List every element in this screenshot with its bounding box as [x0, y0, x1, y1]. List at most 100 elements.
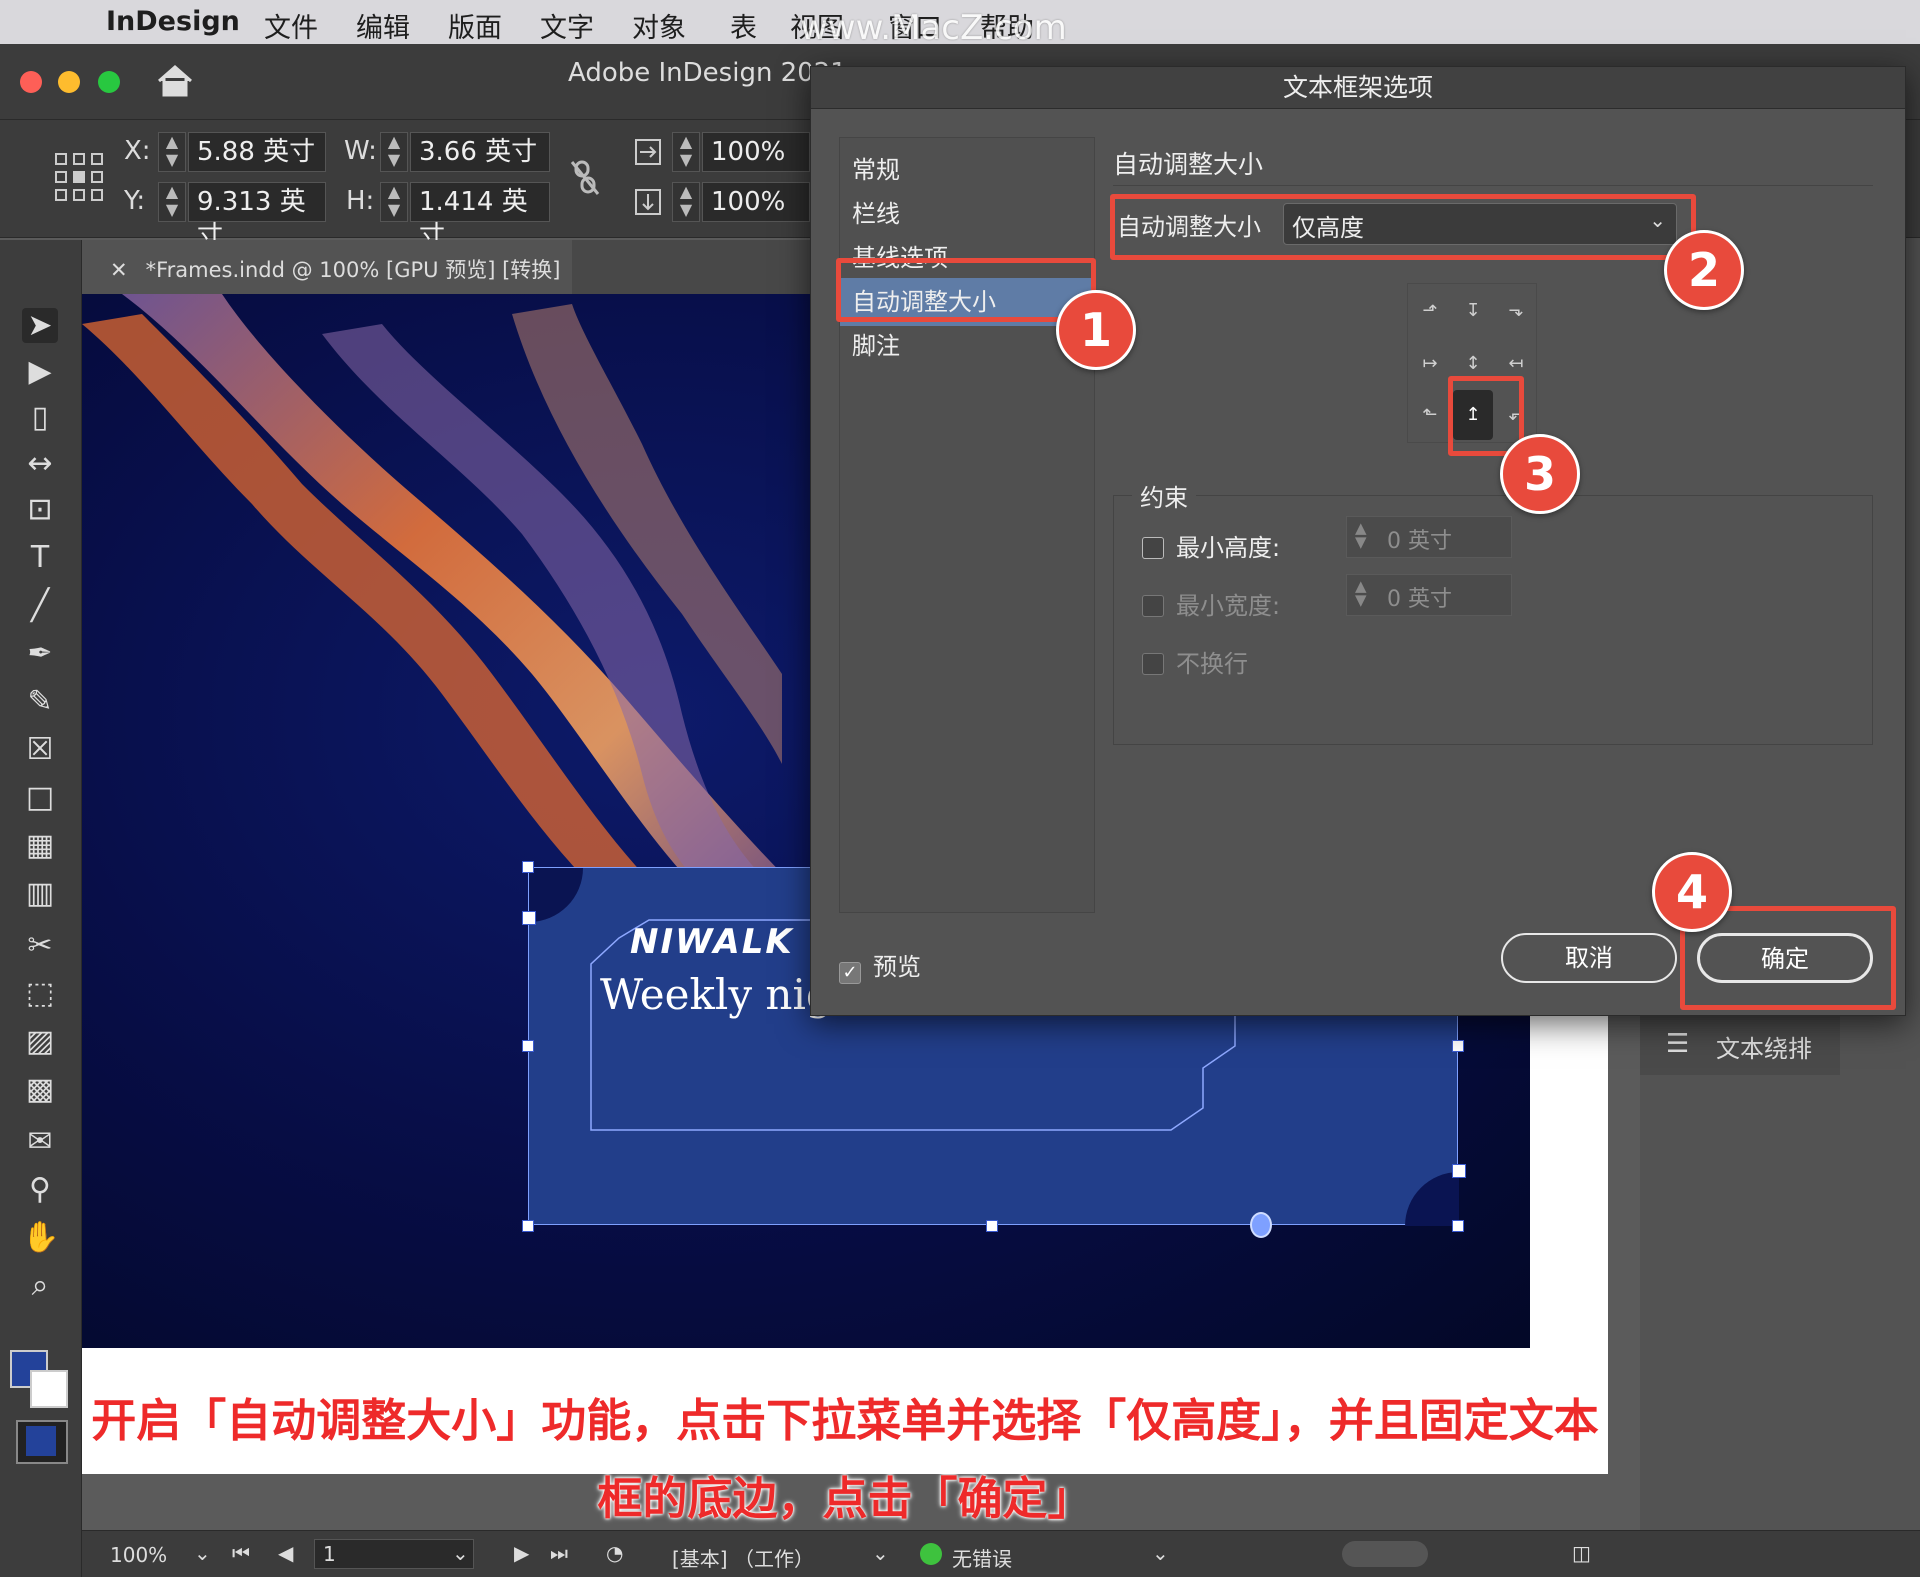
frame-handle-top-left[interactable]	[522, 861, 534, 873]
tutorial-caption: 开启「自动调整大小」功能，点击下拉菜单并选择「仅高度」，并且固定文本 框的底边，…	[82, 1382, 1608, 1538]
first-page-icon[interactable]: ⏮	[232, 1541, 250, 1565]
preflight-dropdown-icon[interactable]: ⌄	[1152, 1541, 1169, 1565]
w-stepper[interactable]: ▲ ▼	[380, 132, 408, 172]
h-stepper[interactable]: ▲ ▼	[380, 182, 408, 222]
min-height-field[interactable]: ▲ ▼ 0 英寸	[1346, 516, 1512, 558]
scale-y-field[interactable]: 100%	[702, 182, 810, 222]
x-field[interactable]: 5.88 英寸	[188, 132, 326, 172]
content-grabber-icon[interactable]	[1250, 1212, 1272, 1238]
no-wrap-checkbox[interactable]	[1142, 653, 1164, 675]
corner-option-handle[interactable]	[1452, 1164, 1466, 1178]
y-stepper[interactable]: ▲ ▼	[158, 182, 186, 222]
note-tool-icon[interactable]: ✉	[22, 1124, 58, 1159]
direct-selection-tool-icon[interactable]: ▶	[22, 354, 58, 389]
pen-tool-icon[interactable]: ✒	[22, 636, 58, 671]
menu-object[interactable]: 对象	[632, 6, 686, 45]
zoom-dropdown-icon[interactable]: ⌄	[194, 1541, 211, 1565]
type-tool-icon[interactable]: T	[22, 540, 58, 575]
menu-edit[interactable]: 编辑	[356, 6, 410, 45]
scissors-tool-icon[interactable]: ✂	[22, 928, 58, 963]
frame-handle-mid-right[interactable]	[1452, 1040, 1464, 1052]
preflight-status[interactable]: 无错误	[952, 1543, 1012, 1572]
caption-line-2: 框的底边，点击「确定」	[597, 1472, 1093, 1525]
anchor-top-center-icon[interactable]: ↧	[1453, 286, 1493, 336]
stroke-swatch[interactable]	[30, 1370, 68, 1408]
eyedropper-tool-icon[interactable]: ⚲	[22, 1172, 58, 1207]
constraints-group: 约束 最小高度: ▲ ▼ 0 英寸 最小宽度: ▲ ▼ 0 英寸 不换行	[1113, 478, 1873, 745]
y-field[interactable]: 9.313 英寸	[188, 182, 326, 251]
table-tool-icon[interactable]: ▦	[22, 828, 58, 863]
min-height-label: 最小高度:	[1176, 534, 1281, 562]
grid-tool-icon[interactable]: ▥	[22, 876, 58, 911]
page-tool-icon[interactable]: ▯	[22, 400, 58, 435]
content-collector-icon[interactable]: ⊡	[22, 492, 58, 527]
hand-tool-icon[interactable]: ✋	[22, 1220, 59, 1255]
horizontal-scrollbar-thumb[interactable]	[1342, 1541, 1428, 1567]
anchor-bottom-left-icon[interactable]: ⬑	[1410, 390, 1450, 440]
menu-file[interactable]: 文件	[264, 6, 318, 45]
anchor-middle-left-icon[interactable]: ↦	[1410, 339, 1450, 389]
frame-handle-mid-left[interactable]	[522, 1040, 534, 1052]
next-page-icon[interactable]: ▶	[514, 1541, 529, 1565]
text-wrap-panel-item[interactable]: ☰ 文本绕排	[1640, 1015, 1840, 1075]
min-width-field[interactable]: ▲ ▼ 0 英寸	[1346, 574, 1512, 616]
rectangle-tool-icon[interactable]: □	[22, 780, 58, 815]
min-height-row: 最小高度: ▲ ▼ 0 英寸	[1142, 516, 1512, 563]
preflight-profile[interactable]: [基本] （工作）	[672, 1543, 814, 1572]
profile-dropdown-icon[interactable]: ⌄	[872, 1541, 889, 1565]
frame-fill-icon	[26, 1426, 56, 1456]
toolbox: ➤ ▶ ▯ ↔ ⊡ T ╱ ✒ ✎ ☒ □ ▦ ▥ ✂ ⬚ ▨ ▩ ✉ ⚲ ✋ …	[0, 240, 82, 1577]
gradient-feather-tool-icon[interactable]: ▩	[22, 1072, 58, 1107]
line-tool-icon[interactable]: ╱	[22, 588, 58, 623]
w-field[interactable]: 3.66 英寸	[410, 132, 550, 172]
gap-tool-icon[interactable]: ↔	[22, 446, 58, 481]
scale-x-field[interactable]: 100%	[702, 132, 810, 172]
page-dropdown-icon[interactable]: ⌄	[452, 1541, 469, 1565]
reference-point-icon[interactable]	[54, 152, 104, 202]
free-transform-tool-icon[interactable]: ⬚	[22, 976, 58, 1011]
frame-handle-bottom-left[interactable]	[522, 1220, 534, 1232]
menu-layout[interactable]: 版面	[448, 6, 502, 45]
min-width-row: 最小宽度: ▲ ▼ 0 英寸	[1142, 574, 1512, 621]
close-tab-icon[interactable]: ✕	[110, 258, 128, 282]
close-window-button[interactable]	[20, 71, 42, 93]
anchor-top-right-icon[interactable]: ⬎	[1496, 286, 1536, 336]
zoom-window-button[interactable]	[98, 71, 120, 93]
scale-x-stepper[interactable]: ▲ ▼	[672, 132, 700, 172]
page-field[interactable]: 1	[314, 1539, 474, 1569]
menu-type[interactable]: 文字	[540, 6, 594, 45]
zoom-tool-icon[interactable]: ⌕	[22, 1268, 58, 1303]
in-port-handle[interactable]	[522, 911, 536, 925]
frame-handle-bottom-right[interactable]	[1452, 1220, 1464, 1232]
sidebar-item-general[interactable]: 常规	[840, 146, 1094, 194]
preview-checkbox[interactable]: ✓	[839, 962, 861, 984]
split-view-icon[interactable]: ◫	[1572, 1541, 1591, 1565]
step-badge-1: 1	[1056, 290, 1136, 370]
previous-page-icon[interactable]: ◀	[278, 1541, 293, 1565]
anchor-top-left-icon[interactable]: ⬏	[1410, 286, 1450, 336]
cancel-button[interactable]: 取消	[1501, 933, 1677, 983]
selection-tool-icon[interactable]: ➤	[22, 308, 58, 343]
menu-table[interactable]: 表	[730, 6, 757, 45]
minimize-window-button[interactable]	[58, 71, 80, 93]
constrain-proportions-icon[interactable]	[570, 160, 600, 196]
frame-handle-bottom-mid[interactable]	[986, 1220, 998, 1232]
app-title: Adobe InDesign 2021	[568, 58, 847, 88]
x-stepper[interactable]: ▲ ▼	[158, 132, 186, 172]
zoom-level[interactable]: 100%	[110, 1543, 167, 1567]
min-width-checkbox[interactable]	[1142, 595, 1164, 617]
menu-app-name[interactable]: InDesign	[106, 6, 240, 37]
pencil-tool-icon[interactable]: ✎	[22, 684, 58, 719]
rectangle-frame-tool-icon[interactable]: ☒	[22, 732, 58, 767]
sidebar-item-column-rules[interactable]: 栏线	[840, 190, 1094, 238]
preview-row: ✓ 预览	[839, 947, 921, 984]
preview-mode-icon[interactable]: ◔	[606, 1541, 623, 1565]
document-tab-title: *Frames.indd @ 100% [GPU 预览] [转换]	[145, 258, 561, 282]
scale-y-stepper[interactable]: ▲ ▼	[672, 182, 700, 222]
document-tab[interactable]: ✕ *Frames.indd @ 100% [GPU 预览] [转换]	[82, 240, 572, 294]
last-page-icon[interactable]: ⏭	[550, 1541, 568, 1565]
h-field[interactable]: 1.414 英寸	[410, 182, 550, 251]
min-height-checkbox[interactable]	[1142, 537, 1164, 559]
gradient-swatch-tool-icon[interactable]: ▨	[22, 1024, 58, 1059]
home-icon[interactable]	[156, 64, 194, 98]
